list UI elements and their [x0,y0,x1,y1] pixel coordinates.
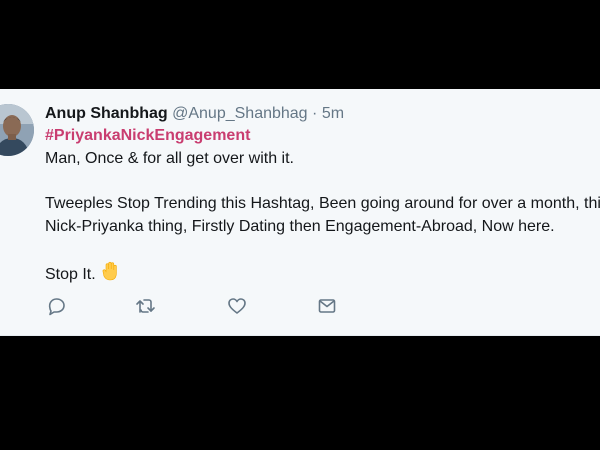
header-separator: · [312,105,318,122]
tweet-card[interactable]: Anup Shanbhag @Anup_Shanbhag · 5m #Priya… [0,89,600,336]
tweet-text-line: Man, Once & for all get over with it. [45,150,294,167]
retweet-icon [136,299,155,313]
raised-hand-emoji [102,261,120,287]
retweet-button[interactable] [135,295,157,317]
reply-button[interactable] [45,295,67,317]
reply-icon [48,298,65,316]
hashtag-link[interactable]: #PriyankaNickEngagement [45,126,250,146]
author-handle[interactable]: @Anup_Shanbhag [172,105,307,122]
tweet-actions [45,295,365,317]
tweet-text-stop: Stop It. [45,266,96,283]
tweet-text-line-last: Stop It. [45,261,120,287]
direct-message-button[interactable] [316,295,338,317]
direct-message-icon [318,299,336,313]
avatar[interactable] [0,104,34,156]
like-icon [228,298,246,314]
author-name[interactable]: Anup Shanbhag [45,105,168,122]
avatar-image [0,104,34,156]
tweet-text-line: Tweeples Stop Trending this Hashtag, Bee… [45,195,600,212]
tweet-text-line: Nick-Priyanka thing, Firstly Dating then… [45,218,555,235]
tweet-timestamp[interactable]: 5m [322,105,344,122]
like-button[interactable] [226,295,248,317]
tweet-header: Anup Shanbhag @Anup_Shanbhag · 5m [45,104,344,124]
